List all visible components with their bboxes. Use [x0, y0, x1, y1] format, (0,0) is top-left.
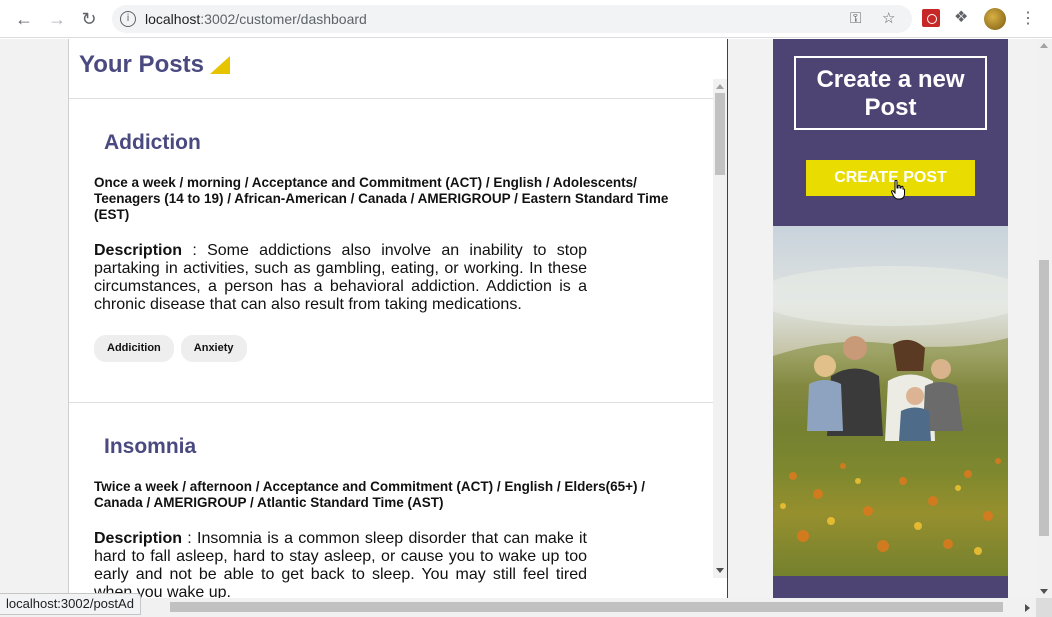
create-post-card: Create a new Post CREATE POST [773, 39, 1008, 226]
post-description: Description : Insomnia is a common sleep… [94, 530, 587, 598]
forward-icon[interactable]: → [46, 8, 68, 30]
extensions-puzzle-icon[interactable]: ❖ [954, 9, 972, 27]
description-label: Description [94, 530, 183, 547]
page-content: Your Posts Addiction Once a week / morni… [0, 39, 1036, 598]
post-meta: Once a week / morning / Acceptance and C… [94, 175, 669, 222]
create-post-heading: Create a new Post [794, 56, 987, 130]
post-meta: Twice a week / afternoon / Acceptance an… [94, 479, 645, 510]
scroll-down-arrow-icon[interactable] [716, 568, 724, 573]
key-icon[interactable]: ⚿ [850, 11, 861, 27]
page-scroll-right-arrow-icon[interactable] [1025, 604, 1030, 612]
panel-title: Your Posts [79, 51, 230, 79]
photo-footer-bar [773, 576, 1008, 598]
triangle-ruler-icon [209, 56, 230, 74]
profile-avatar[interactable] [984, 8, 1006, 30]
post-description: Description : Some addictions also invol… [94, 242, 587, 314]
site-info-icon[interactable]: i [120, 11, 136, 27]
bookmark-star-icon[interactable]: ☆ [882, 11, 895, 27]
post-title: Addiction [104, 131, 201, 154]
posts-panel: Your Posts Addiction Once a week / morni… [68, 39, 728, 598]
address-bar[interactable]: i localhost:3002/customer/dashboard ⚿ ☆ [112, 5, 912, 33]
extension-icon[interactable] [922, 9, 940, 27]
description-label: Description [94, 242, 183, 259]
panel-title-text: Your Posts [79, 51, 204, 78]
hand-pointer-icon [891, 180, 905, 200]
posts-scrollbar-thumb[interactable] [715, 93, 725, 175]
page-vertical-scrollbar-thumb[interactable] [1039, 260, 1049, 536]
reload-icon[interactable]: ↻ [78, 8, 100, 30]
url-path: :3002/customer/dashboard [200, 11, 367, 27]
page-scroll-up-arrow-icon[interactable] [1040, 43, 1048, 48]
page-horizontal-scrollbar-thumb[interactable] [170, 602, 1003, 612]
tag-list: Addicition Anxiety [94, 335, 247, 362]
tag-chip[interactable]: Anxiety [180, 335, 247, 362]
post-divider [69, 402, 713, 403]
post-title: Insomnia [104, 435, 197, 458]
page-scroll-down-arrow-icon[interactable] [1040, 589, 1048, 594]
family-photo-illustration [773, 266, 1008, 576]
page-vertical-scrollbar[interactable] [1036, 39, 1052, 598]
scroll-up-arrow-icon[interactable] [716, 84, 724, 89]
posts-list[interactable]: Addiction Once a week / morning / Accept… [69, 99, 713, 598]
posts-scrollbar[interactable] [713, 79, 727, 578]
scrollbar-corner [1036, 598, 1052, 617]
back-icon[interactable]: ← [13, 8, 35, 30]
family-photo [773, 226, 1008, 576]
address-url[interactable]: localhost:3002/customer/dashboard [145, 11, 367, 27]
link-status-bar: localhost:3002/postAd [0, 593, 141, 615]
tag-chip[interactable]: Addicition [94, 335, 174, 362]
browser-toolbar: ← → ↻ i localhost:3002/customer/dashboar… [0, 0, 1052, 38]
page-horizontal-scrollbar[interactable] [0, 598, 1036, 617]
browser-menu-icon[interactable]: ⋮ [1020, 8, 1036, 30]
url-host: localhost [145, 11, 201, 27]
